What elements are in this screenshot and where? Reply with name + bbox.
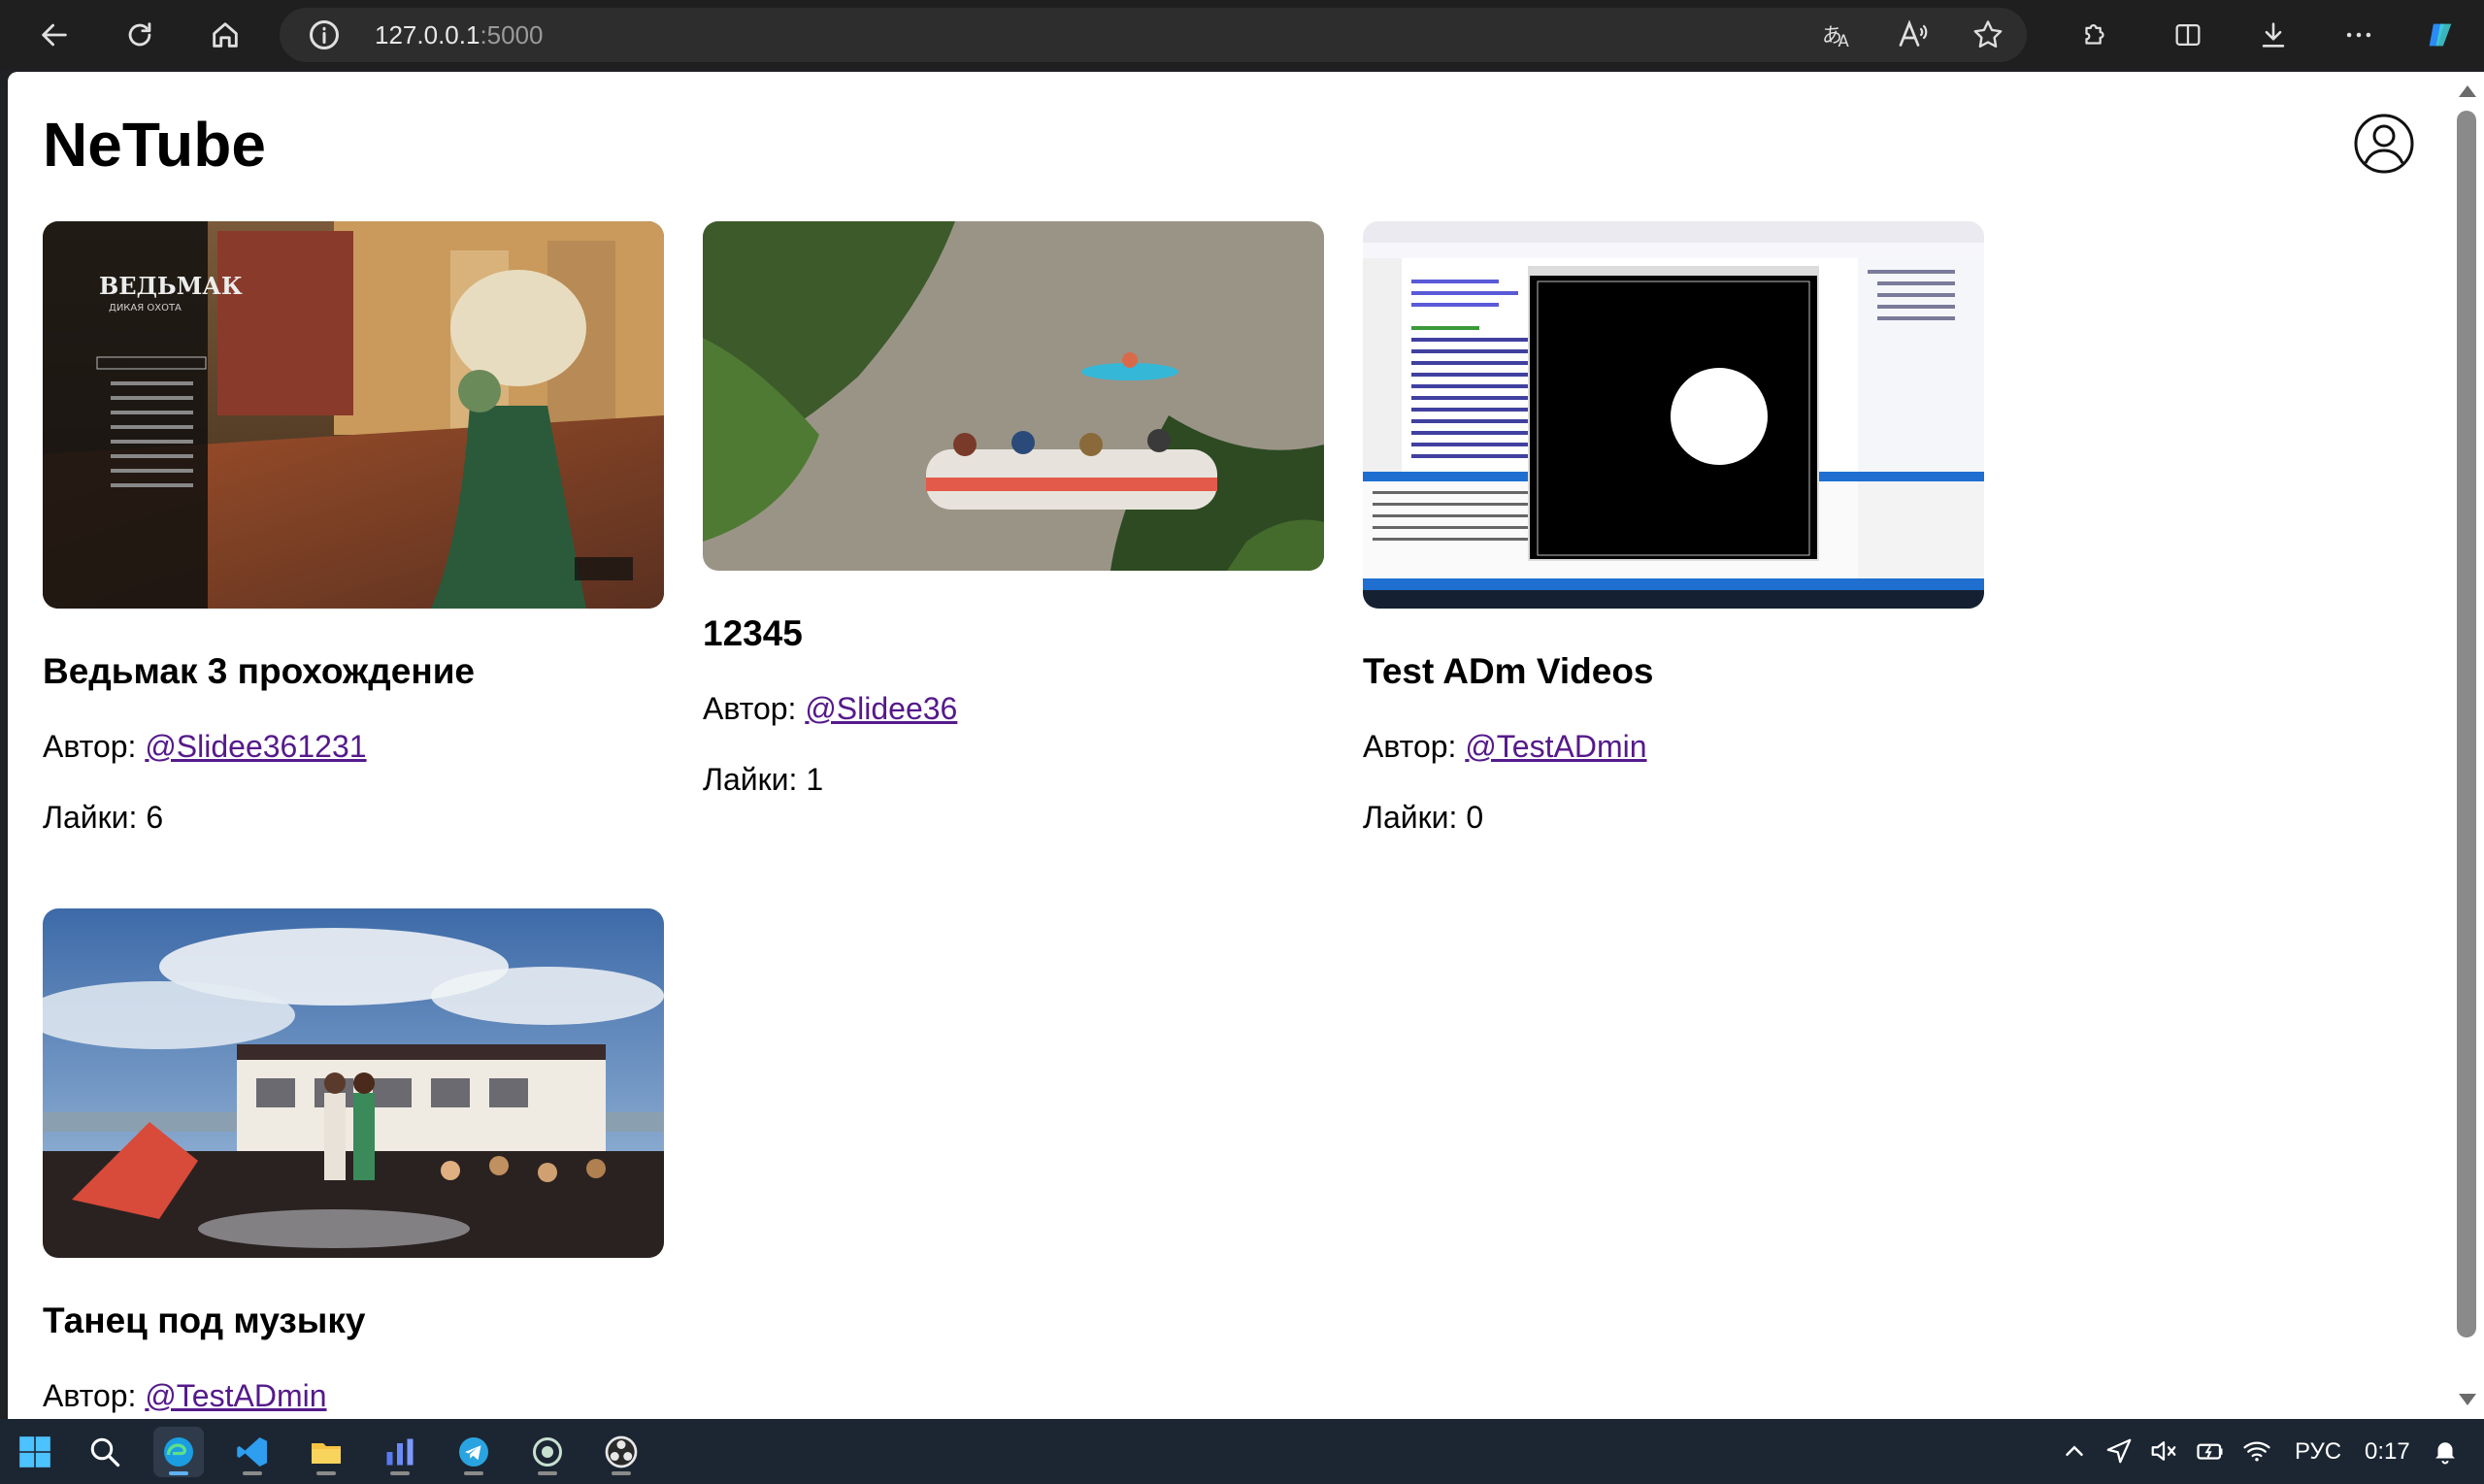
copilot-button[interactable] (2417, 12, 2464, 58)
download-icon (2262, 22, 2285, 48)
windows-taskbar: РУС 0:17 (0, 1419, 2484, 1484)
video-thumbnail[interactable]: ВЕДЬМАК ДИКАЯ ОХОТА (43, 221, 664, 609)
input-language-indicator[interactable]: РУС (2295, 1438, 2341, 1466)
telegram-icon (459, 1437, 488, 1467)
copilot-icon (2429, 23, 2452, 47)
site-title[interactable]: NeTube (43, 109, 266, 181)
author-line: Автор: @Slidee36 (703, 691, 1324, 727)
address-bar[interactable]: 127.0.0.1:5000 あA (280, 8, 2027, 62)
clock-time[interactable]: 0:17 (2365, 1438, 2410, 1466)
likes-count: Лайки: 6 (43, 800, 164, 835)
video-thumbnail[interactable] (1363, 221, 1984, 609)
obs-icon (605, 1435, 638, 1468)
svg-text:A: A (1838, 32, 1850, 50)
puzzle-icon (2085, 24, 2104, 45)
author-line: Автор: @Slidee361231 (43, 729, 664, 765)
thumb-logo: ВЕДЬМАК (99, 272, 243, 300)
read-aloud-icon[interactable] (1895, 17, 1930, 52)
info-icon[interactable] (307, 17, 342, 52)
taskbar-obs-button[interactable] (596, 1427, 646, 1477)
more-dots-icon (2346, 32, 2371, 38)
page-scrollbar[interactable] (2450, 72, 2484, 1419)
running-app-indicator (538, 1471, 557, 1475)
taskbar-search-button[interactable] (80, 1427, 130, 1477)
downloads-button[interactable] (2250, 12, 2297, 58)
running-app-indicator (316, 1471, 336, 1475)
video-card[interactable]: ВЕДЬМАК ДИКАЯ ОХОТА Ведьмак 3 прохождени… (43, 221, 664, 836)
home-button[interactable] (202, 12, 248, 58)
back-button[interactable] (31, 12, 78, 58)
author-link[interactable]: @Slidee36 (805, 691, 957, 726)
browser-toolbar: 127.0.0.1:5000 あA (0, 0, 2484, 70)
reload-button[interactable] (116, 12, 163, 58)
likes-count: Лайки: 0 (1363, 800, 1484, 835)
video-title[interactable]: Test ADm Videos (1363, 651, 1984, 692)
video-card[interactable]: Танец под музыку Автор: @TestADmin (43, 908, 664, 1414)
author-label: Автор: (1363, 729, 1466, 764)
vscode-icon (237, 1437, 267, 1467)
bar-graph-app-icon (386, 1438, 414, 1466)
running-app-indicator (464, 1471, 483, 1475)
extensions-button[interactable] (2071, 12, 2118, 58)
author-line: Автор: @TestADmin (1363, 729, 1984, 765)
address-port: :5000 (480, 20, 544, 49)
video-thumbnail[interactable] (43, 908, 664, 1258)
author-link[interactable]: @TestADmin (1465, 729, 1646, 764)
favorite-star-icon[interactable] (1971, 17, 2005, 52)
wifi-icon[interactable] (2242, 1436, 2271, 1466)
user-avatar-icon[interactable] (2353, 113, 2415, 175)
start-button[interactable] (10, 1427, 60, 1477)
author-label: Автор: (703, 691, 806, 726)
folder-icon (312, 1443, 341, 1464)
reload-icon (128, 22, 151, 47)
more-menu-button[interactable] (2335, 12, 2382, 58)
home-icon (213, 22, 238, 48)
windows-logo-icon (19, 1436, 50, 1468)
split-screen-button[interactable] (2165, 12, 2211, 58)
taskbar-explorer-button[interactable] (301, 1427, 351, 1477)
author-label: Автор: (43, 729, 146, 764)
running-app-indicator (612, 1471, 631, 1475)
speaker-muted-icon[interactable] (2149, 1436, 2178, 1466)
author-line: Автор: @TestADmin (43, 1378, 664, 1414)
gear-app-icon (533, 1437, 562, 1467)
running-app-indicator (390, 1471, 410, 1475)
taskbar-app-button[interactable] (522, 1427, 573, 1477)
video-card[interactable]: 12345 Автор: @Slidee36 Лайки: 1 (703, 221, 1324, 798)
video-title[interactable]: 12345 (703, 613, 1324, 654)
video-thumbnail[interactable] (703, 221, 1324, 571)
edge-browser-icon (164, 1437, 193, 1467)
thumb-logo-sub: ДИКАЯ ОХОТА (109, 303, 182, 313)
notification-bell-icon[interactable] (2431, 1436, 2460, 1466)
video-title[interactable]: Танец под музыку (43, 1301, 664, 1341)
taskbar-edge-button[interactable] (153, 1427, 204, 1477)
video-card[interactable]: Test ADm Videos Автор: @TestADmin Лайки:… (1363, 221, 1984, 836)
running-app-indicator (243, 1471, 262, 1475)
active-app-indicator (169, 1471, 188, 1475)
search-icon (90, 1437, 120, 1468)
address-host: 127.0.0.1 (375, 20, 480, 49)
scroll-down-arrow-icon[interactable] (2459, 1394, 2476, 1405)
taskbar-visual-studio-button[interactable] (375, 1427, 425, 1477)
split-screen-icon (2175, 23, 2201, 47)
page-viewport: NeTube ВЕДЬМАК ДИКАЯ ОХОТА Ведьмак 3 про… (8, 72, 2450, 1419)
author-link[interactable]: @Slidee361231 (145, 729, 366, 764)
back-arrow-icon (42, 23, 67, 47)
likes-count: Лайки: 1 (703, 762, 824, 797)
location-icon[interactable] (2104, 1436, 2134, 1466)
translate-icon[interactable]: あA (1819, 17, 1854, 52)
taskbar-telegram-button[interactable] (448, 1427, 499, 1477)
author-link[interactable]: @TestADmin (145, 1378, 326, 1413)
scroll-thumb[interactable] (2457, 111, 2476, 1337)
author-label: Автор: (43, 1378, 146, 1413)
battery-charging-icon[interactable] (2196, 1436, 2225, 1466)
video-title[interactable]: Ведьмак 3 прохождение (43, 651, 664, 692)
address-url[interactable]: 127.0.0.1:5000 (375, 20, 544, 50)
chevron-up-icon[interactable] (2060, 1436, 2089, 1466)
taskbar-vscode-button[interactable] (227, 1427, 278, 1477)
scroll-up-arrow-icon[interactable] (2459, 85, 2476, 97)
